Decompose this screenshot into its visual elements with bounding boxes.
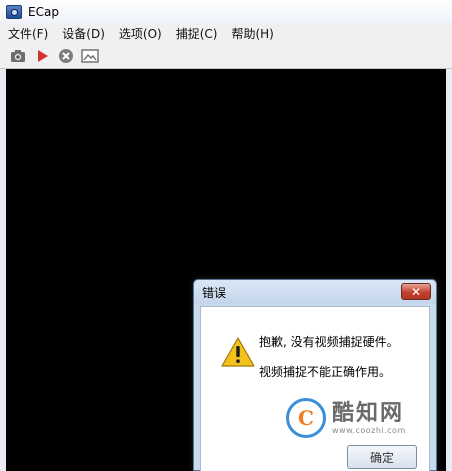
watermark-url: www.coozhi.com	[332, 425, 406, 435]
camera-icon[interactable]	[9, 47, 27, 65]
toolbar	[0, 43, 452, 69]
stop-icon[interactable]	[57, 47, 75, 65]
watermark-title: 酷知网	[332, 400, 405, 426]
menu-device[interactable]: 设备(D)	[62, 25, 105, 42]
dialog-title: 错误	[202, 285, 227, 300]
menu-file[interactable]: 文件(F)	[8, 25, 48, 42]
watermark: C 酷知网 www.coozhi.com	[286, 393, 426, 443]
warning-icon	[221, 337, 255, 367]
dialog-body: 抱歉, 没有视频捕捉硬件。 视频捕捉不能正确作用。 确定	[200, 306, 430, 471]
menu-options[interactable]: 选项(O)	[119, 25, 162, 42]
menu-help[interactable]: 帮助(H)	[231, 25, 273, 42]
dialog-titlebar[interactable]: 错误	[194, 280, 436, 304]
window-titlebar[interactable]: ECap	[0, 0, 452, 24]
close-icon: ✕	[410, 284, 422, 299]
app-camera-icon	[6, 5, 22, 19]
menu-capture[interactable]: 捕捉(C)	[176, 25, 218, 42]
error-message-line2: 视频捕捉不能正确作用。	[259, 365, 392, 379]
error-message-line1: 抱歉, 没有视频捕捉硬件。	[259, 335, 399, 349]
menubar: 文件(F) 设备(D) 选项(O) 捕捉(C) 帮助(H)	[0, 24, 452, 43]
ok-button[interactable]: 确定	[347, 445, 417, 469]
watermark-text: 酷知网 www.coozhi.com	[332, 400, 406, 435]
play-icon[interactable]	[33, 47, 51, 65]
close-button[interactable]: ✕	[401, 283, 431, 300]
window-title: ECap	[28, 5, 59, 19]
image-icon[interactable]	[81, 47, 99, 65]
watermark-logo: C	[286, 398, 326, 438]
